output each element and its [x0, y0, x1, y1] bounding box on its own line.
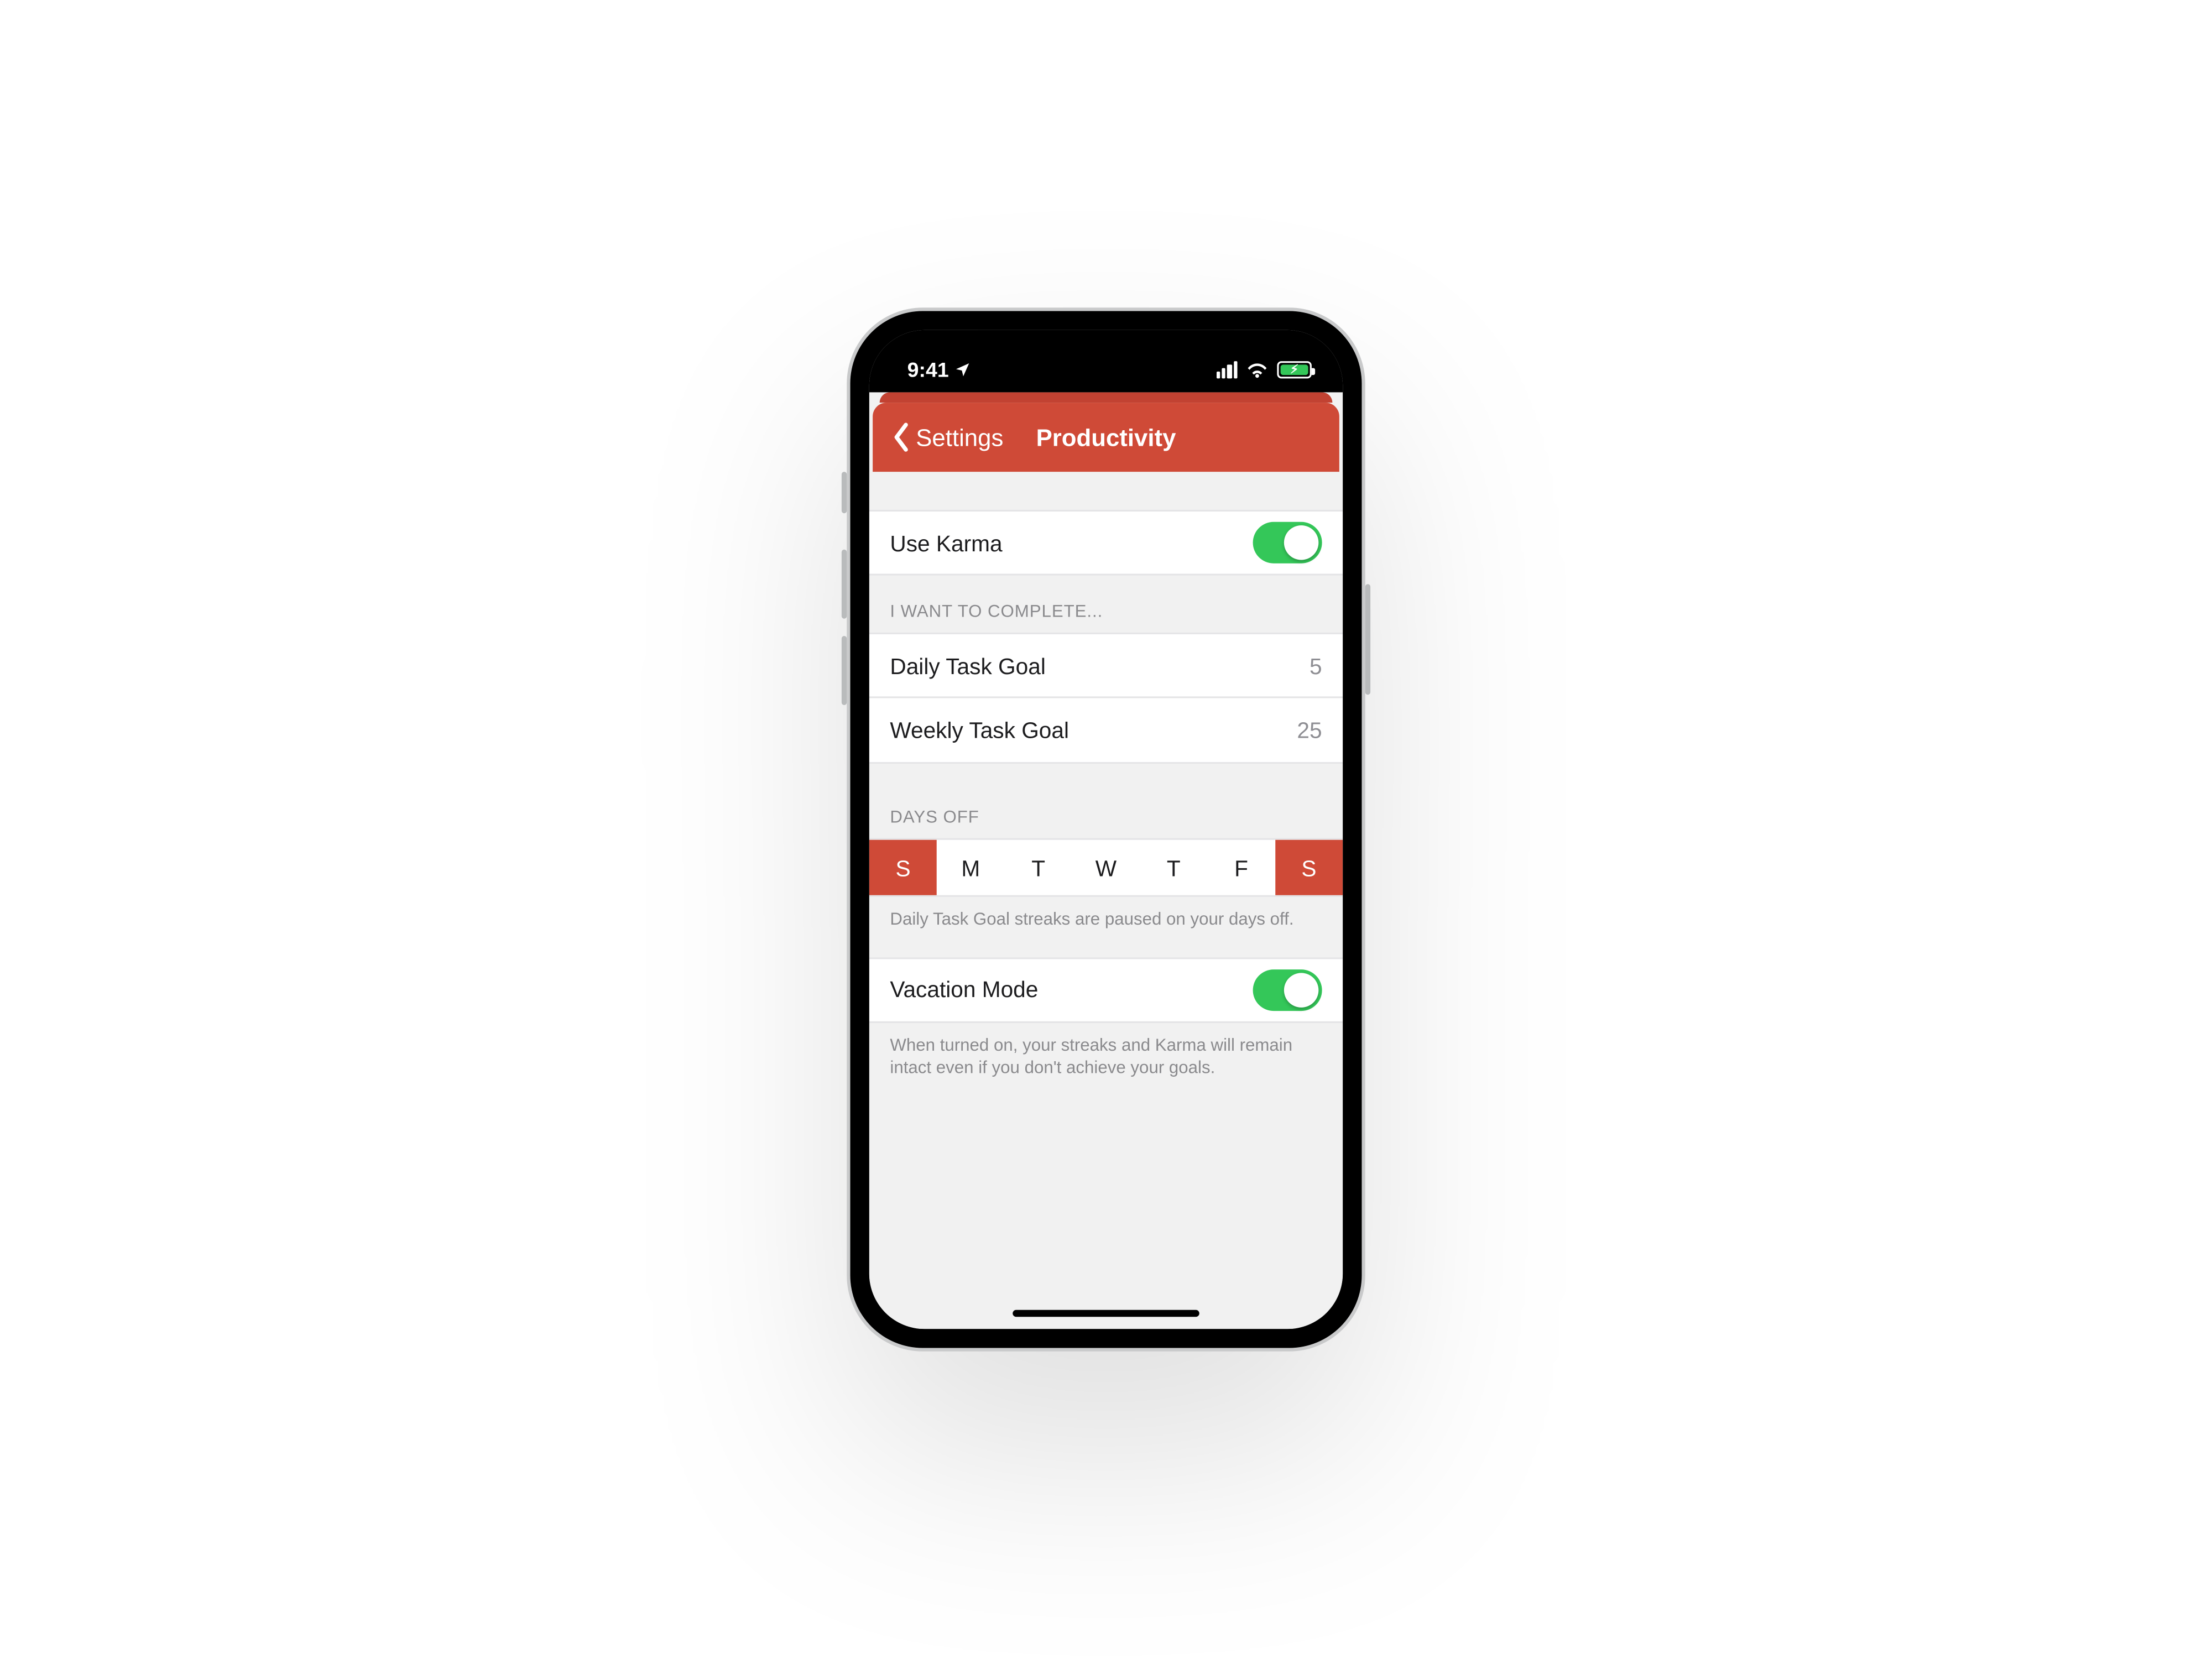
battery-icon: ⚡︎	[1277, 361, 1312, 378]
weekly-goal-row[interactable]: Weekly Task Goal 25	[869, 698, 1343, 764]
day-mon[interactable]: M	[937, 840, 1004, 895]
day-fri[interactable]: F	[1207, 840, 1275, 895]
volume-up-button	[842, 550, 847, 619]
volume-down-button	[842, 636, 847, 705]
chevron-left-icon	[890, 422, 912, 453]
phone-frame: 9:41	[847, 307, 1365, 1352]
daily-goal-label: Daily Task Goal	[890, 653, 1045, 679]
vacation-mode-label: Vacation Mode	[890, 977, 1038, 1003]
daily-goal-value: 5	[1310, 653, 1322, 679]
status-time: 9:41	[907, 358, 949, 382]
charging-bolt-icon: ⚡︎	[1290, 364, 1298, 376]
use-karma-row[interactable]: Use Karma	[869, 510, 1343, 576]
weekly-goal-value: 25	[1297, 717, 1322, 743]
screen: 9:41	[869, 330, 1343, 1329]
vacation-mode-row[interactable]: Vacation Mode	[869, 957, 1343, 1022]
day-sat[interactable]: S	[1275, 840, 1343, 895]
settings-content: Use Karma I WANT TO COMPLETE... Daily Ta…	[869, 472, 1343, 1329]
days-off-footer: Daily Task Goal streaks are paused on yo…	[869, 897, 1343, 932]
page-title: Productivity	[1036, 424, 1176, 451]
day-tue[interactable]: T	[1005, 840, 1072, 895]
back-button[interactable]: Settings	[890, 422, 1003, 453]
day-sun[interactable]: S	[869, 840, 937, 895]
use-karma-toggle[interactable]	[1253, 522, 1322, 564]
nav-bar: Settings Productivity	[873, 403, 1339, 472]
vacation-mode-footer: When turned on, your streaks and Karma w…	[869, 1022, 1343, 1081]
location-icon	[954, 361, 971, 378]
days-off-selector: S M T W T F S	[869, 838, 1343, 897]
daily-goal-row[interactable]: Daily Task Goal 5	[869, 633, 1343, 698]
side-button	[1365, 584, 1370, 695]
back-label: Settings	[916, 424, 1003, 451]
notch	[978, 330, 1234, 368]
goals-header: I WANT TO COMPLETE...	[869, 576, 1343, 633]
weekly-goal-label: Weekly Task Goal	[890, 717, 1069, 743]
home-indicator[interactable]	[1013, 1310, 1199, 1317]
day-wed[interactable]: W	[1072, 840, 1140, 895]
wifi-icon	[1246, 361, 1269, 378]
use-karma-label: Use Karma	[890, 530, 1002, 556]
days-off-header: DAYS OFF	[869, 764, 1343, 838]
mute-switch	[842, 472, 847, 513]
day-thu[interactable]: T	[1140, 840, 1207, 895]
vacation-mode-toggle[interactable]	[1253, 969, 1322, 1010]
